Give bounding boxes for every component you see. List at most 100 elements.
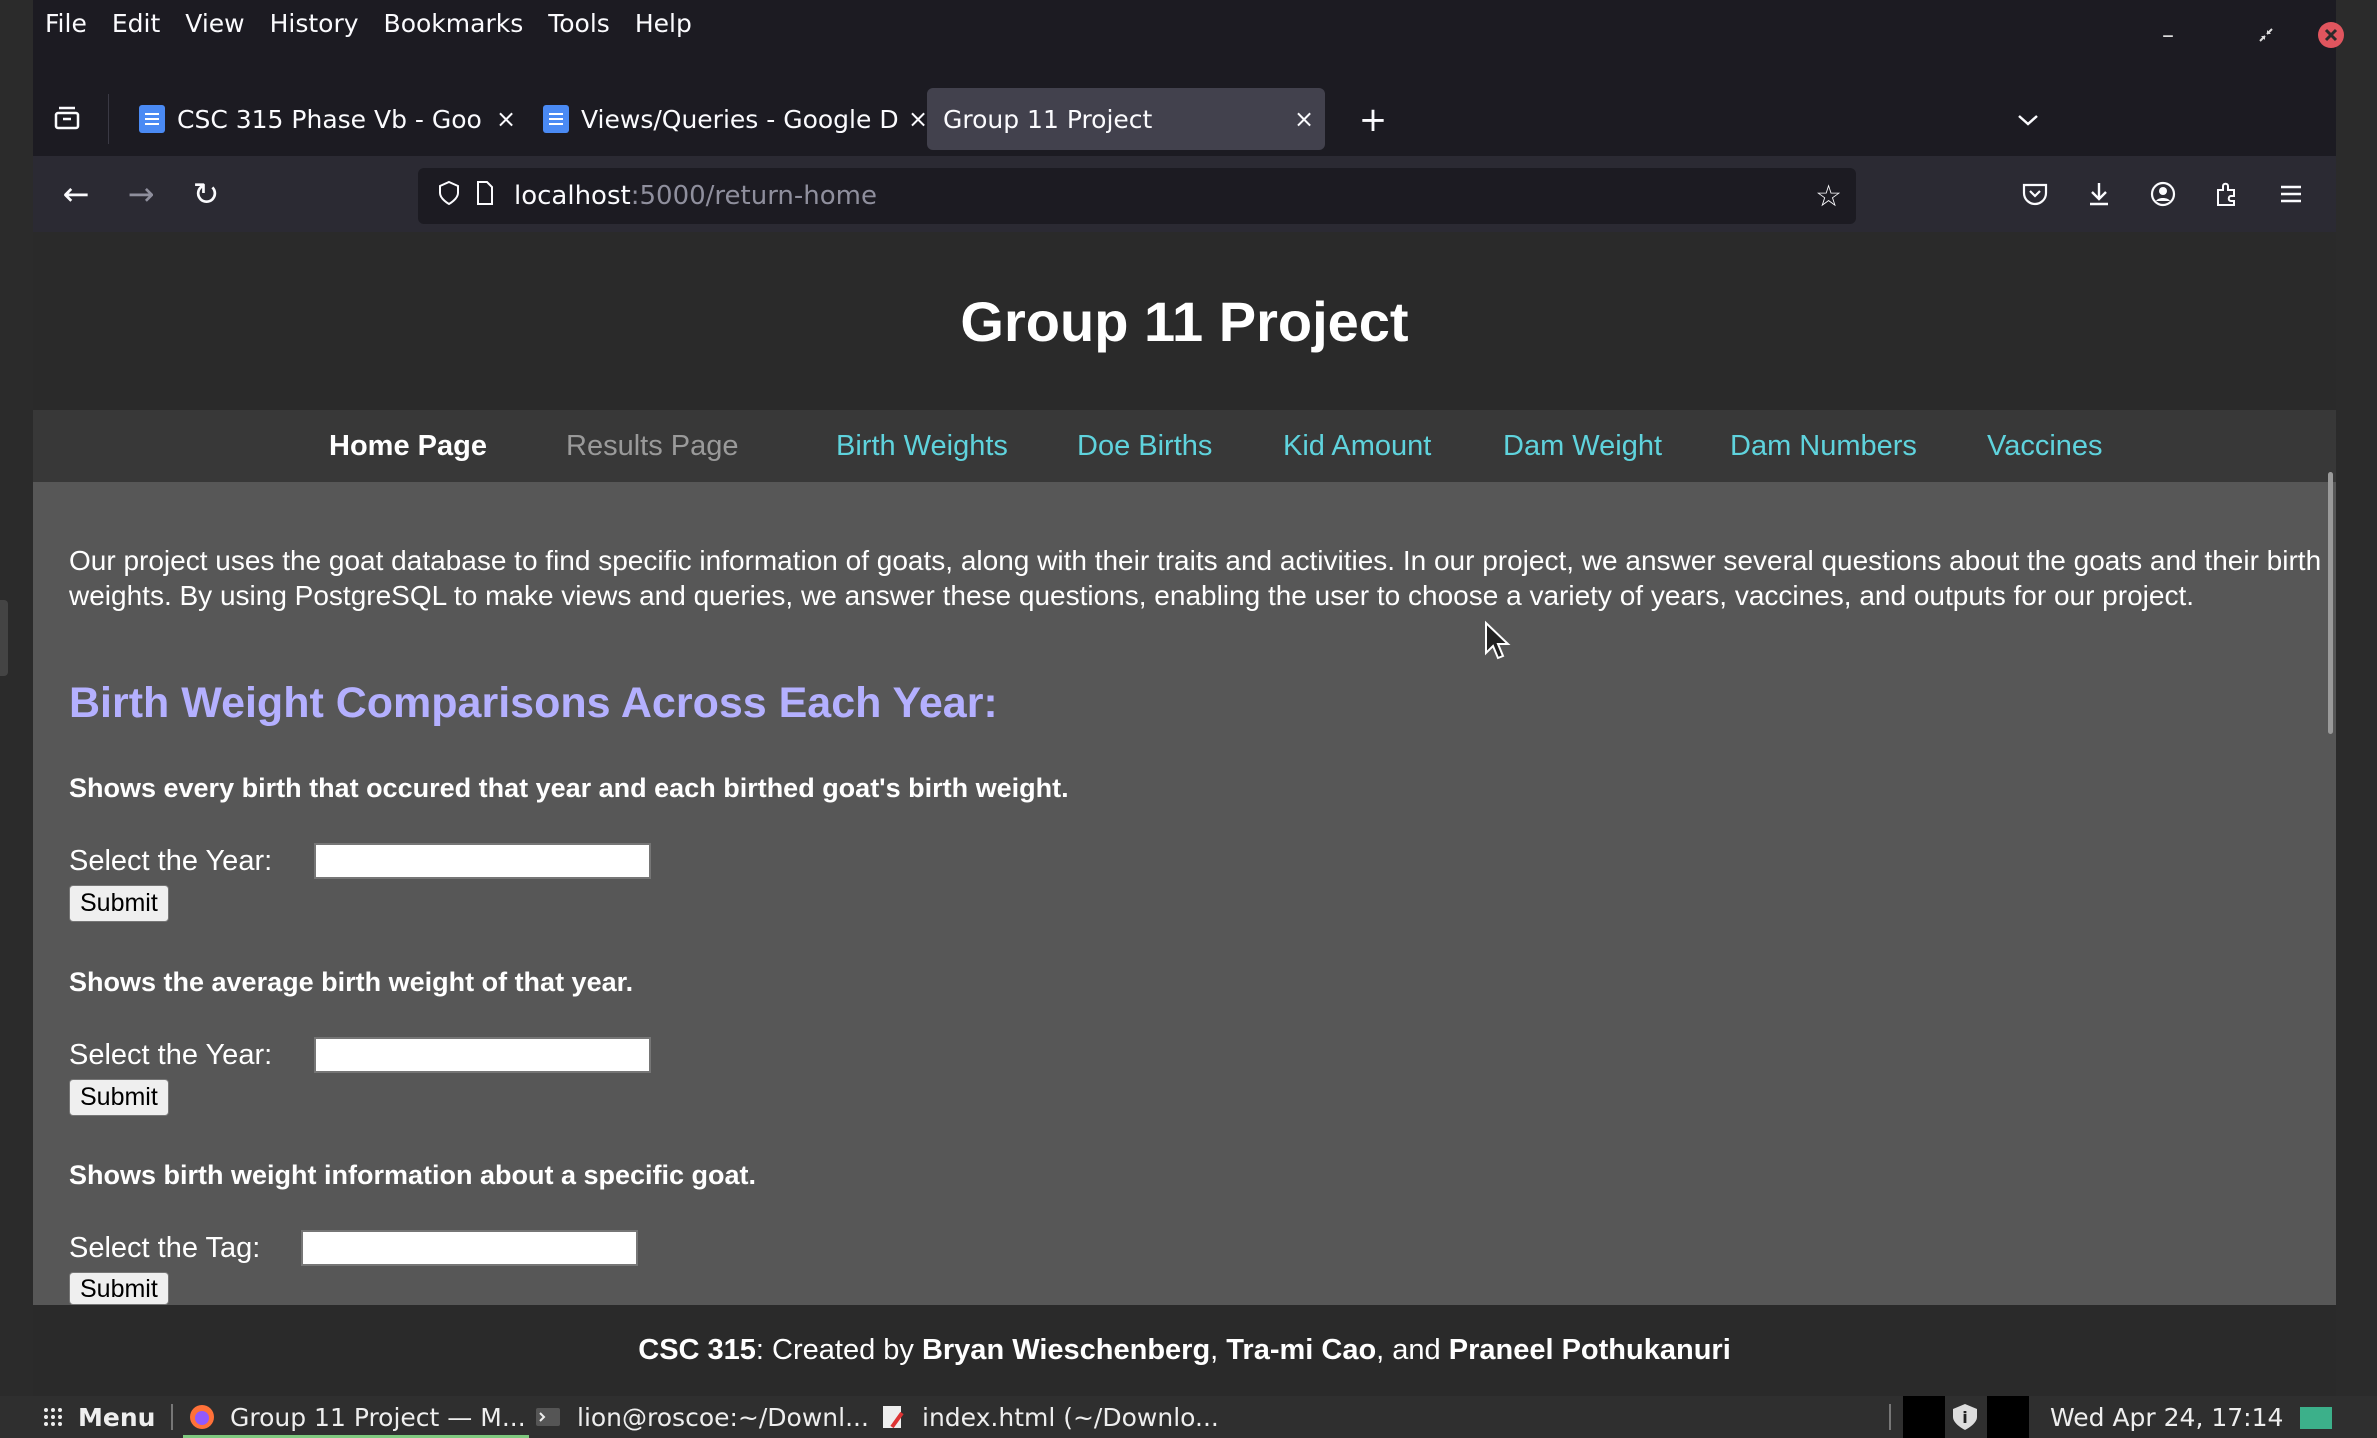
nav-dam-weight[interactable]: Dam Weight [1503, 410, 1662, 482]
select-year-label: Select the Year: [69, 1039, 273, 1071]
taskbar-item-label: Group 11 Project — M... [230, 1402, 526, 1432]
taskbar: Menu Group 11 Project — M... lion@roscoe… [0, 1396, 2377, 1438]
nav-birth-weights[interactable]: Birth Weights [836, 410, 1008, 482]
tab-group11-project[interactable]: Group 11 Project × [927, 88, 1325, 150]
text-editor-icon [883, 1406, 904, 1429]
tab-label: Views/Queries - Google D [581, 104, 899, 134]
year-input[interactable] [314, 843, 651, 879]
nav-dam-numbers[interactable]: Dam Numbers [1730, 410, 1917, 482]
footer-separator: , and [1376, 1334, 1449, 1366]
tab-csc315-phase[interactable]: CSC 315 Phase Vb - Goo × [125, 88, 527, 150]
nav-kid-amount[interactable]: Kid Amount [1283, 410, 1431, 482]
mouse-cursor-icon [1485, 620, 1511, 660]
downloads-icon[interactable] [2077, 172, 2121, 216]
taskbar-separator [1889, 1404, 1891, 1430]
page-title: Group 11 Project [960, 289, 1409, 353]
nav-doe-births[interactable]: Doe Births [1077, 410, 1212, 482]
desktop-left-edge [0, 0, 33, 1396]
tab-label: Group 11 Project [943, 104, 1153, 134]
submit-button[interactable]: Submit [69, 1272, 169, 1305]
show-desktop-icon[interactable] [2298, 1396, 2334, 1438]
query-description: Shows the average birth weight of that y… [69, 967, 634, 997]
new-tab-button[interactable]: + [1353, 100, 1393, 140]
app-menu-icon[interactable] [2269, 172, 2313, 216]
nav-home-page[interactable]: Home Page [329, 410, 487, 482]
back-button[interactable]: ← [54, 172, 98, 216]
url-bar[interactable]: localhost:5000/return-home ☆ [418, 168, 1856, 224]
tag-input[interactable] [301, 1230, 638, 1266]
taskbar-item-label: lion@roscoe:~/Downl... [577, 1402, 869, 1432]
footer-course: CSC 315 [638, 1334, 756, 1366]
account-icon[interactable] [2141, 172, 2185, 216]
desktop-right-edge [2336, 0, 2377, 1396]
footer-author: Tra-mi Cao [1226, 1334, 1377, 1366]
page-nav: Home Page Results Page Birth Weights Doe… [33, 410, 2336, 482]
url-path: :5000/return-home [630, 181, 877, 211]
tray-applet[interactable] [1903, 1396, 1945, 1438]
footer-separator: , [1210, 1334, 1227, 1366]
page-info-icon[interactable] [470, 180, 500, 212]
page-header: Group 11 Project [33, 232, 2336, 410]
submit-button[interactable]: Submit [69, 1079, 169, 1116]
minimize-icon[interactable]: – [2153, 18, 2183, 52]
section-title: Birth Weight Comparisons Across Each Yea… [69, 679, 998, 727]
tab-list-icon[interactable] [47, 98, 87, 138]
nav-results-page[interactable]: Results Page [566, 410, 739, 482]
shield-icon[interactable] [434, 180, 464, 212]
footer-created-by: : Created by [755, 1334, 922, 1366]
tab-views-queries[interactable]: Views/Queries - Google D × [529, 88, 939, 150]
tab-close-icon[interactable]: × [1289, 105, 1319, 133]
bookmark-star-icon[interactable]: ☆ [1815, 179, 1842, 214]
menu-help[interactable]: Help [635, 9, 692, 38]
query-description: Shows birth weight information about a s… [69, 1160, 757, 1190]
web-content: Group 11 Project Home Page Results Page … [33, 232, 2336, 1396]
footer-author: Bryan Wieschenberg [921, 1334, 1211, 1366]
list-all-tabs-icon[interactable] [2008, 100, 2048, 140]
google-docs-icon [543, 105, 569, 133]
taskbar-item-firefox[interactable]: Group 11 Project — M... [188, 1396, 526, 1438]
intro-paragraph: Our project uses the goat database to fi… [69, 545, 2322, 611]
menu-tools[interactable]: Tools [548, 9, 610, 38]
close-window-icon[interactable] [2314, 18, 2348, 52]
tab-separator [108, 94, 109, 144]
taskbar-item-editor[interactable]: index.html (~/Downlo... [880, 1396, 1219, 1438]
submit-button[interactable]: Submit [69, 885, 169, 922]
tab-bar: CSC 315 Phase Vb - Goo × Views/Queries -… [33, 84, 2336, 156]
taskbar-clock[interactable]: Wed Apr 24, 17:14 [2050, 1396, 2283, 1438]
maximize-icon[interactable] [2251, 18, 2281, 52]
select-year-label: Select the Year: [69, 845, 273, 877]
terminal-icon [536, 1408, 560, 1426]
footer-author: Praneel Pothukanuri [1448, 1334, 1731, 1366]
menu-bookmarks[interactable]: Bookmarks [384, 9, 524, 38]
firefox-icon [190, 1405, 214, 1429]
taskbar-item-label: index.html (~/Downlo... [922, 1402, 1219, 1432]
taskbar-menu-button[interactable]: Menu [42, 1396, 155, 1438]
select-tag-label: Select the Tag: [69, 1232, 261, 1264]
menu-view[interactable]: View [185, 9, 244, 38]
page-footer: CSC 315: Created by Bryan Wieschenberg , … [33, 1305, 2336, 1396]
tab-close-icon[interactable]: × [491, 105, 521, 133]
svg-text:i: i [1962, 1408, 1967, 1427]
tray-applet[interactable] [1987, 1396, 2029, 1438]
grid-icon [44, 1408, 62, 1426]
tab-label: CSC 315 Phase Vb - Goo [177, 104, 482, 134]
panel-grip[interactable] [0, 600, 8, 676]
menu-bar: File Edit View History Bookmarks Tools H… [33, 0, 2336, 46]
pocket-icon[interactable] [2013, 172, 2057, 216]
url-host: localhost [514, 181, 631, 211]
taskbar-separator [171, 1404, 173, 1430]
browser-window: File Edit View History Bookmarks Tools H… [33, 0, 2344, 1396]
tray-update-icon[interactable]: i [1950, 1396, 1980, 1438]
menu-history[interactable]: History [270, 9, 359, 38]
taskbar-menu-label: Menu [78, 1402, 156, 1432]
reload-button[interactable]: ↻ [184, 172, 228, 216]
menu-edit[interactable]: Edit [112, 9, 160, 38]
nav-toolbar: ← → ↻ localhost:5000/return-home ☆ [33, 156, 2336, 232]
menu-file[interactable]: File [45, 9, 87, 38]
taskbar-item-terminal[interactable]: lion@roscoe:~/Downl... [535, 1396, 869, 1438]
google-docs-icon [139, 105, 165, 133]
year-input[interactable] [314, 1037, 651, 1073]
forward-button[interactable]: → [119, 172, 163, 216]
nav-vaccines[interactable]: Vaccines [1987, 410, 2103, 482]
extensions-icon[interactable] [2205, 172, 2249, 216]
